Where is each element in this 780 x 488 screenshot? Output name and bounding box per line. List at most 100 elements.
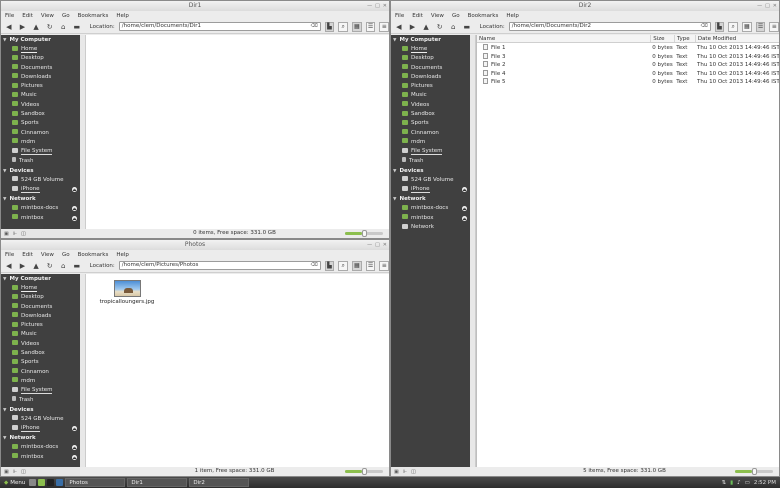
sidebar-item-mintbox[interactable]: mintbox ⏏ xyxy=(1,214,80,223)
table-row[interactable]: File 20 bytes Text Thu 10 Oct 2013 14:49:4… xyxy=(477,61,779,70)
reload-icon[interactable]: ↻ xyxy=(435,23,445,31)
menu-bookmarks[interactable]: Bookmarks xyxy=(468,13,499,19)
location-input[interactable]: /home/clem/Documents/Dir1 ⌫ xyxy=(118,22,321,31)
menu-view[interactable]: View xyxy=(41,252,54,258)
sidebar-item-iphone[interactable]: iPhone ⏏ xyxy=(1,185,80,194)
compact-view-button[interactable]: ≡ xyxy=(769,21,779,32)
sidebar-item-videos[interactable]: Videos xyxy=(1,101,80,110)
home-icon[interactable]: ⌂ xyxy=(448,23,458,31)
list-view-button[interactable]: ☰ xyxy=(755,21,766,32)
table-row[interactable]: File 50 bytes Text Thu 10 Oct 2013 14:49:4… xyxy=(477,78,779,87)
menu-view[interactable]: View xyxy=(431,13,444,19)
scrollbar[interactable] xyxy=(80,35,86,229)
eject-icon[interactable]: ⏏ xyxy=(462,206,467,212)
eject-icon[interactable]: ⏏ xyxy=(72,215,77,221)
icon-view-button[interactable]: ▦ xyxy=(352,260,362,271)
path-toggle-button[interactable]: ▙ xyxy=(324,21,335,32)
sidebar-item-volume[interactable]: 524 GB Volume xyxy=(1,415,80,424)
sidebar-item-volume[interactable]: 524 GB Volume xyxy=(1,176,80,185)
menu-go[interactable]: Go xyxy=(62,13,70,19)
sidebar-item-file-system[interactable]: File System xyxy=(1,147,80,156)
sidebar-section-devices[interactable]: ▼ Devices xyxy=(391,166,470,176)
menu-help[interactable]: Help xyxy=(506,13,519,19)
column-name[interactable]: Name xyxy=(477,35,652,42)
browser-launcher-icon[interactable] xyxy=(56,479,64,486)
menu-view[interactable]: View xyxy=(41,13,54,19)
eject-icon[interactable]: ⏏ xyxy=(462,215,467,221)
places-toggle-icon[interactable]: ▣ xyxy=(394,469,399,475)
table-row[interactable]: File 10 bytes Text Thu 10 Oct 2013 14:49:4… xyxy=(477,44,779,53)
taskbar-window-photos[interactable]: Photos xyxy=(65,478,126,487)
menu-file[interactable]: File xyxy=(5,13,14,19)
menu-go[interactable]: Go xyxy=(452,13,460,19)
back-icon[interactable]: ◀ xyxy=(4,262,14,270)
sidebar-item-cinnamon[interactable]: Cinnamon xyxy=(391,129,470,138)
sidebar-item-pictures[interactable]: Pictures xyxy=(391,82,470,91)
sidebar-item-documents[interactable]: Documents xyxy=(1,64,80,73)
maximize-icon[interactable]: □ xyxy=(765,1,770,11)
sidebar-item-mintbox-docs[interactable]: mintbox-docs ⏏ xyxy=(1,204,80,213)
clear-icon[interactable]: ⌫ xyxy=(701,23,708,30)
sidebar-item-file-system[interactable]: File System xyxy=(1,386,80,395)
column-type[interactable]: Type xyxy=(675,35,696,42)
table-row[interactable]: File 40 bytes Text Thu 10 Oct 2013 14:49:4… xyxy=(477,69,779,79)
zoom-slider[interactable] xyxy=(735,468,773,475)
sidebar-item-downloads[interactable]: Downloads xyxy=(391,73,470,82)
clear-icon[interactable]: ⌫ xyxy=(311,262,318,269)
zoom-slider[interactable] xyxy=(345,468,383,475)
menu-go[interactable]: Go xyxy=(62,252,70,258)
places-toggle-icon[interactable]: ▣ xyxy=(4,469,9,475)
keyboard-layout-icon[interactable]: ▮ xyxy=(730,480,733,486)
files-launcher-icon[interactable] xyxy=(38,479,46,486)
battery-icon[interactable]: ▭ xyxy=(745,480,750,486)
scrollbar[interactable] xyxy=(80,274,86,467)
sidebar-item-sports[interactable]: Sports xyxy=(1,358,80,367)
table-row[interactable]: File 30 bytes Text Thu 10 Oct 2013 14:49:4… xyxy=(477,52,779,62)
file-view[interactable]: tropicalloungers.jpg xyxy=(80,274,389,467)
menu-file[interactable]: File xyxy=(395,13,404,19)
compact-view-button[interactable]: ≡ xyxy=(379,260,389,271)
clock[interactable]: 2:52 PM xyxy=(754,480,776,486)
sidebar-section-network[interactable]: ▼ Network xyxy=(1,194,80,204)
sidebar-item-home[interactable]: Home xyxy=(1,284,80,293)
taskbar-window-dir1[interactable]: Dir1 xyxy=(127,478,188,487)
sidebar-item-home[interactable]: Home xyxy=(391,45,470,54)
sidebar-item-trash[interactable]: Trash xyxy=(1,157,80,166)
menu-edit[interactable]: Edit xyxy=(22,252,33,258)
sidebar-item-mintbox[interactable]: mintbox ⏏ xyxy=(1,453,80,462)
start-menu-button[interactable]: ◆ Menu xyxy=(0,480,29,486)
path-toggle-button[interactable]: ▙ xyxy=(324,260,335,271)
column-date-modified[interactable]: Date Modified xyxy=(696,35,779,42)
menu-bookmarks[interactable]: Bookmarks xyxy=(78,13,109,19)
close-icon[interactable]: ✕ xyxy=(773,1,777,11)
zoom-handle[interactable] xyxy=(752,468,758,475)
sidebar-section-my-computer[interactable]: ▼ My Computer xyxy=(1,35,80,45)
eject-icon[interactable]: ⏏ xyxy=(72,426,77,432)
icon-view-button[interactable]: ▦ xyxy=(352,21,362,32)
list-view-button[interactable]: ☰ xyxy=(365,21,376,32)
sidebar-section-devices[interactable]: ▼ Devices xyxy=(1,166,80,176)
eject-icon[interactable]: ⏏ xyxy=(72,187,77,193)
sidebar-section-network[interactable]: ▼ Network xyxy=(391,194,470,204)
file-icon-item[interactable]: tropicalloungers.jpg xyxy=(95,280,159,305)
zoom-handle[interactable] xyxy=(362,468,368,475)
eject-icon[interactable]: ⏏ xyxy=(72,206,77,212)
search-icon[interactable]: ⌕ xyxy=(338,21,348,32)
sidebar-section-devices[interactable]: ▼ Devices xyxy=(1,405,80,415)
sidebar-item-network[interactable]: Network xyxy=(391,223,470,232)
sidebar-item-videos[interactable]: Videos xyxy=(391,101,470,110)
back-icon[interactable]: ◀ xyxy=(4,23,14,31)
computer-icon[interactable]: ▬ xyxy=(72,262,82,270)
sidebar-item-documents[interactable]: Documents xyxy=(391,64,470,73)
reload-icon[interactable]: ↻ xyxy=(45,23,55,31)
sidebar-item-music[interactable]: Music xyxy=(1,91,80,100)
sidebar-item-mintbox-docs[interactable]: mintbox-docs ⏏ xyxy=(1,443,80,452)
menu-help[interactable]: Help xyxy=(116,13,129,19)
forward-icon[interactable]: ▶ xyxy=(408,23,418,31)
clear-icon[interactable]: ⌫ xyxy=(311,23,318,30)
zoom-handle[interactable] xyxy=(362,230,368,237)
network-icon[interactable]: ⇅ xyxy=(721,480,726,486)
file-list[interactable]: Name Size Type Date Modified File 10 byt… xyxy=(476,35,779,467)
sidebar-item-videos[interactable]: Videos xyxy=(1,340,80,349)
sidebar-item-iphone[interactable]: iPhone ⏏ xyxy=(1,424,80,433)
